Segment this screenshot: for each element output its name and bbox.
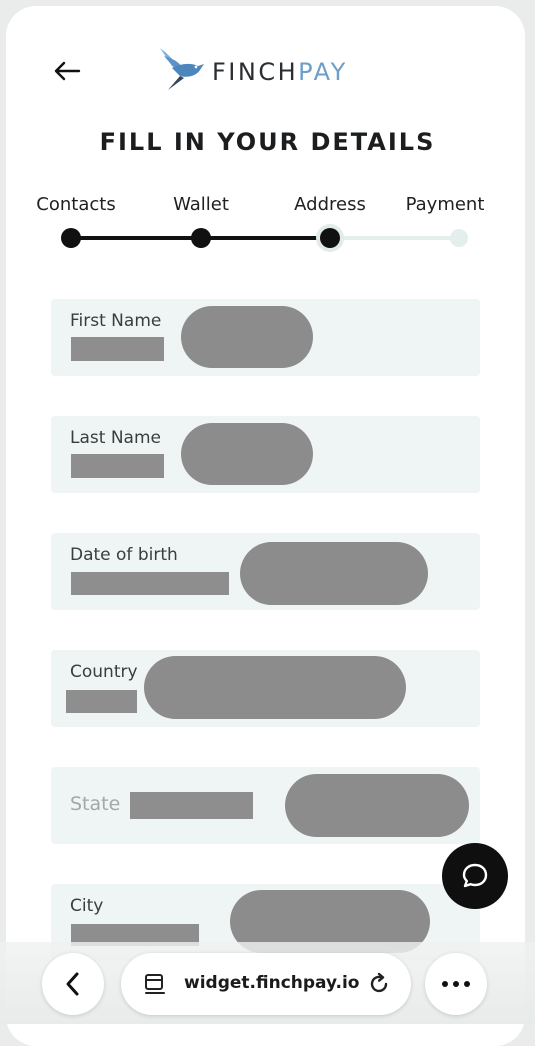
finchpay-logo: FINCHPAY xyxy=(158,46,348,92)
first-name-redaction xyxy=(181,306,313,368)
step-label-contacts[interactable]: Contacts xyxy=(36,194,115,215)
last-name-field[interactable]: Last Name xyxy=(51,416,480,493)
last-name-redaction xyxy=(181,423,313,485)
reload-icon[interactable] xyxy=(366,971,392,997)
more-dots-icon xyxy=(442,981,470,987)
brand-finch: FINCH xyxy=(212,58,299,86)
step-label-wallet[interactable]: Wallet xyxy=(173,194,229,215)
state-value-redacted xyxy=(130,792,253,819)
step-dot-address[interactable] xyxy=(320,228,340,248)
country-value-redacted xyxy=(66,690,137,713)
finch-bird-logo xyxy=(160,48,204,90)
date-of-birth-field[interactable]: Date of birth xyxy=(51,533,480,610)
date-of-birth-label: Date of birth xyxy=(70,545,178,565)
arrow-left-icon xyxy=(54,61,81,81)
address-bar[interactable]: widget.finchpay.io xyxy=(121,953,411,1015)
state-select[interactable]: State xyxy=(51,767,480,844)
city-label: City xyxy=(70,896,104,916)
chat-bubble-icon xyxy=(462,863,488,888)
chat-button[interactable] xyxy=(442,843,508,909)
step-dot-contacts[interactable] xyxy=(61,228,81,248)
browser-more-button[interactable] xyxy=(425,953,487,1015)
browser-back-button[interactable] xyxy=(42,953,104,1015)
state-placeholder: State xyxy=(70,793,121,815)
country-select[interactable]: Country xyxy=(51,650,480,727)
country-redaction xyxy=(144,656,406,719)
date-of-birth-value-redacted xyxy=(71,572,229,595)
step-label-payment: Payment xyxy=(405,194,485,215)
brand-pay: PAY xyxy=(298,58,348,86)
back-button[interactable] xyxy=(50,56,84,86)
date-of-birth-redaction xyxy=(240,542,428,605)
step-dot-payment xyxy=(450,229,468,247)
chevron-left-icon xyxy=(66,972,79,996)
last-name-label: Last Name xyxy=(70,428,161,448)
tab-switcher-icon[interactable] xyxy=(143,972,167,996)
first-name-field[interactable]: First Name xyxy=(51,299,480,376)
brand-wordmark: FINCHPAY xyxy=(212,58,348,86)
last-name-value-redacted xyxy=(71,454,164,478)
step-dot-wallet[interactable] xyxy=(191,228,211,248)
step-label-address[interactable]: Address xyxy=(294,194,366,215)
page-title: FILL IN YOUR DETAILS xyxy=(99,128,436,156)
country-label: Country xyxy=(70,662,138,682)
first-name-label: First Name xyxy=(70,311,162,331)
state-redaction xyxy=(285,774,469,837)
first-name-value-redacted xyxy=(71,337,164,361)
url-text[interactable]: widget.finchpay.io xyxy=(184,973,359,993)
